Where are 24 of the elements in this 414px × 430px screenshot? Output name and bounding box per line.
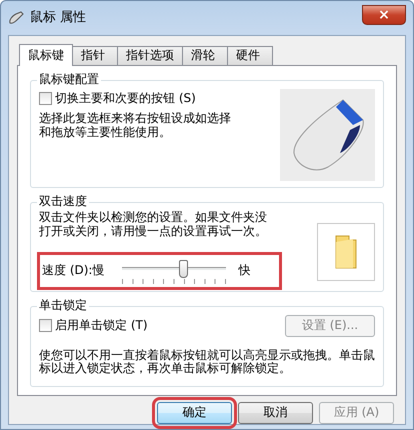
close-button[interactable]: × (362, 5, 406, 25)
description-text: 双击文件夹以检测您的设置。如果文件夹没打开或关闭，请用慢一点的设置再试一次。 (39, 211, 268, 239)
tab[interactable]: 指针选项 (117, 46, 183, 65)
dialog-button[interactable]: 取消 (238, 402, 313, 424)
checkbox-label[interactable]: 切换主要和次要的按钮 (S) (55, 92, 196, 106)
tab[interactable]: 滑轮 (182, 46, 228, 65)
group-title: 鼠标键配置 (37, 73, 101, 87)
checkbox-label[interactable]: 启用单击锁定 (T) (55, 318, 148, 332)
group-title: 单击锁定 (37, 298, 89, 312)
speed-label: 速度 (D): (42, 264, 92, 278)
window-title: 鼠标 属性 (30, 10, 86, 26)
tab[interactable]: 鼠标键 (19, 44, 73, 66)
checkbox[interactable] (39, 92, 52, 106)
checkbox[interactable] (39, 319, 52, 332)
description-text: 使您可以不用一直按着鼠标按钮就可以高亮显示或拖拽。单击鼠标以进入锁定状态，再次单击鼠标可解除锁定。 (39, 348, 375, 376)
folder-icon (333, 234, 359, 270)
tab[interactable]: 硬件 (227, 46, 273, 65)
test-area[interactable] (317, 223, 375, 281)
group-title: 双击速度 (37, 195, 89, 209)
description-text: 选择此复选框来将右按钮设成如选择和拖放等主要性能使用。 (39, 112, 232, 140)
slow-label: 慢 (92, 264, 104, 278)
fast-label: 快 (238, 264, 250, 278)
tab[interactable]: 指针 (72, 46, 118, 65)
slider-thumb[interactable] (178, 260, 188, 278)
